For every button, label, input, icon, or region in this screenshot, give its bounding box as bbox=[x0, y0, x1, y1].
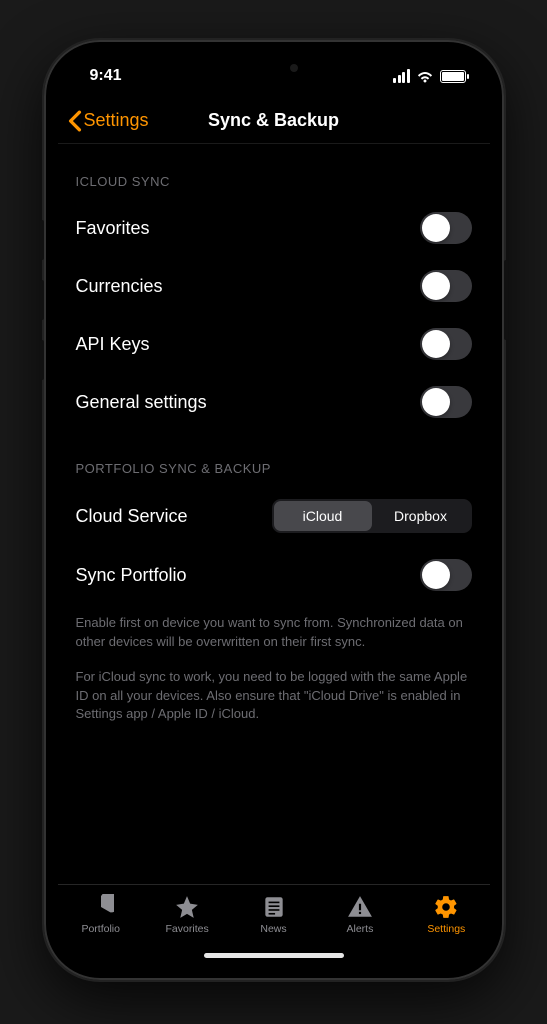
nav-bar: Settings Sync & Backup bbox=[58, 98, 490, 144]
home-indicator[interactable] bbox=[204, 953, 344, 958]
tab-news[interactable]: News bbox=[230, 885, 316, 944]
back-button[interactable]: Settings bbox=[68, 110, 149, 132]
row-label: Favorites bbox=[76, 218, 150, 239]
battery-icon bbox=[440, 70, 466, 83]
tab-portfolio[interactable]: Portfolio bbox=[58, 885, 144, 944]
gear-icon bbox=[433, 894, 459, 920]
row-cloud-service: Cloud Service iCloud Dropbox bbox=[58, 486, 490, 546]
star-icon bbox=[174, 894, 200, 920]
toggle-api-keys[interactable] bbox=[420, 328, 472, 360]
status-indicators bbox=[393, 69, 466, 83]
row-label: API Keys bbox=[76, 334, 150, 355]
phone-frame: 9:41 Settings Sync & Backu bbox=[44, 40, 504, 980]
footer-text-2: For iCloud sync to work, you need to be … bbox=[58, 658, 490, 731]
row-label: Cloud Service bbox=[76, 506, 188, 527]
footer-text-1: Enable first on device you want to sync … bbox=[58, 604, 490, 658]
news-icon bbox=[261, 894, 287, 920]
row-label: General settings bbox=[76, 392, 207, 413]
tab-favorites[interactable]: Favorites bbox=[144, 885, 230, 944]
toggle-currencies[interactable] bbox=[420, 270, 472, 302]
row-general-settings: General settings bbox=[58, 373, 490, 431]
notch bbox=[184, 54, 364, 82]
toggle-favorites[interactable] bbox=[420, 212, 472, 244]
tab-label: Settings bbox=[427, 923, 465, 935]
row-favorites: Favorites bbox=[58, 199, 490, 257]
toggle-sync-portfolio[interactable] bbox=[420, 559, 472, 591]
row-sync-portfolio: Sync Portfolio bbox=[58, 546, 490, 604]
back-label: Settings bbox=[84, 110, 149, 131]
section-header-icloud: ICLOUD SYNC bbox=[58, 144, 490, 199]
cellular-signal-icon bbox=[393, 69, 410, 83]
tab-label: Alerts bbox=[347, 923, 374, 935]
row-label: Sync Portfolio bbox=[76, 565, 187, 586]
alert-icon bbox=[347, 894, 373, 920]
screen: 9:41 Settings Sync & Backu bbox=[58, 54, 490, 966]
status-time: 9:41 bbox=[90, 67, 122, 85]
tab-settings[interactable]: Settings bbox=[403, 885, 489, 944]
pie-chart-icon bbox=[88, 894, 114, 920]
row-api-keys: API Keys bbox=[58, 315, 490, 373]
tab-alerts[interactable]: Alerts bbox=[317, 885, 403, 944]
toggle-general-settings[interactable] bbox=[420, 386, 472, 418]
content-scroll[interactable]: ICLOUD SYNC Favorites Currencies API Key… bbox=[58, 144, 490, 884]
row-currencies: Currencies bbox=[58, 257, 490, 315]
row-label: Currencies bbox=[76, 276, 163, 297]
cloud-service-segmented: iCloud Dropbox bbox=[272, 499, 472, 533]
segment-icloud[interactable]: iCloud bbox=[274, 501, 372, 531]
wifi-icon bbox=[416, 70, 434, 83]
segment-dropbox[interactable]: Dropbox bbox=[372, 501, 470, 531]
tab-label: Portfolio bbox=[81, 923, 120, 935]
section-header-portfolio: PORTFOLIO SYNC & BACKUP bbox=[58, 431, 490, 486]
tab-label: News bbox=[260, 923, 286, 935]
tab-label: Favorites bbox=[166, 923, 209, 935]
chevron-left-icon bbox=[68, 110, 82, 132]
